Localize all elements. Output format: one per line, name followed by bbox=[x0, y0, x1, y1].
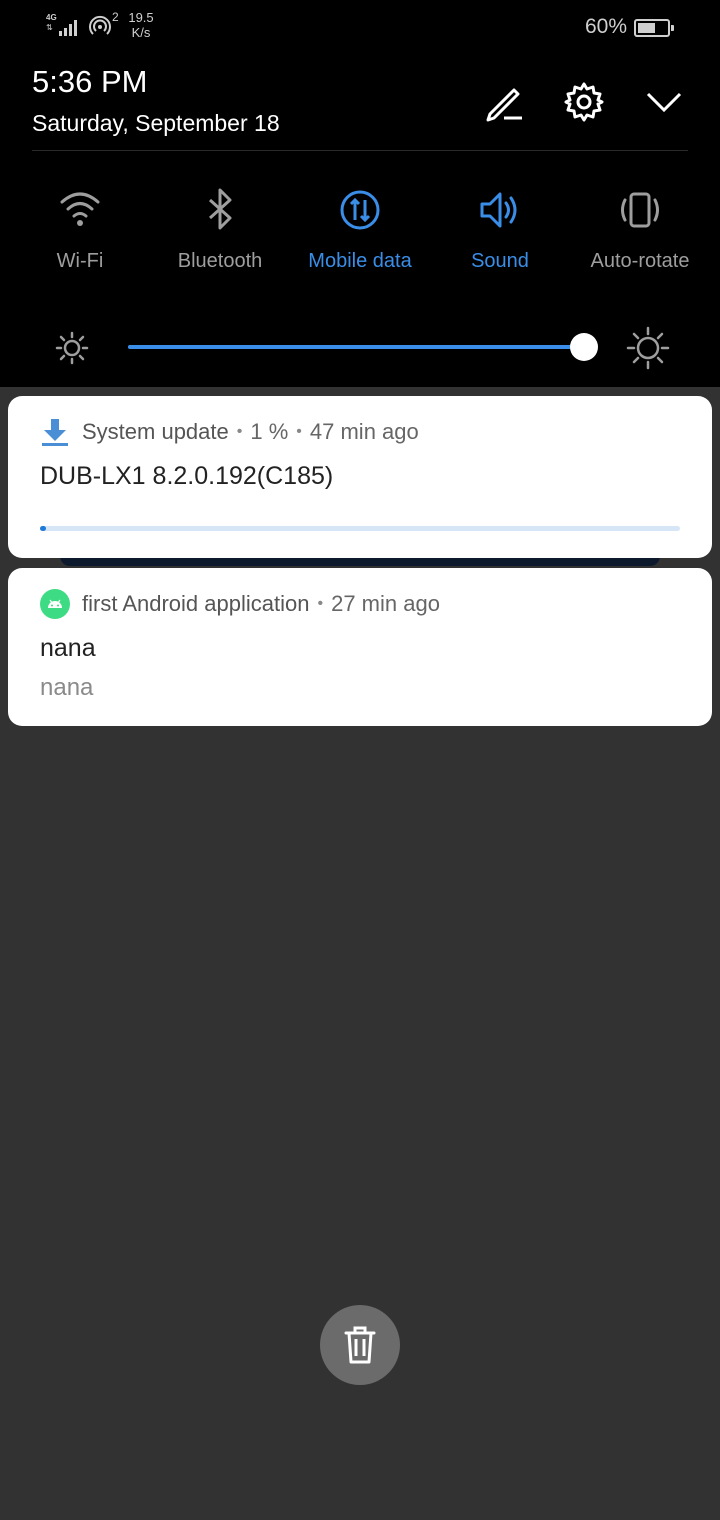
mobile-data-icon bbox=[340, 190, 380, 230]
separator-dot: • bbox=[317, 595, 324, 612]
tile-mobile-data-label: Mobile data bbox=[308, 250, 412, 272]
brightness-slider-fill bbox=[128, 345, 584, 349]
separator-dot: • bbox=[296, 423, 302, 440]
brightness-low-icon bbox=[55, 331, 89, 365]
tile-sound-label: Sound bbox=[471, 250, 529, 272]
speed-unit: K/s bbox=[131, 25, 151, 40]
brightness-slider-handle[interactable] bbox=[570, 333, 598, 361]
trash-icon bbox=[344, 1326, 376, 1364]
sound-icon bbox=[480, 192, 517, 228]
clock-date: Saturday, September 18 bbox=[32, 110, 280, 136]
download-progress-bar bbox=[40, 526, 680, 531]
wifi-icon bbox=[60, 192, 100, 226]
notification-header: System update • 1 % • 47 min ago bbox=[40, 416, 419, 448]
tile-auto-rotate[interactable]: Auto-rotate bbox=[570, 186, 710, 286]
notification-title: DUB-LX1 8.2.0.192(C185) bbox=[40, 462, 334, 490]
download-icon bbox=[42, 419, 68, 446]
status-bar: 4G ⇅ 2 19.5 K/s 60% bbox=[0, 0, 720, 48]
header-divider bbox=[32, 150, 688, 151]
bluetooth-icon bbox=[208, 188, 232, 230]
edit-icon[interactable] bbox=[482, 80, 526, 124]
network-speed: 19.5 K/s bbox=[124, 10, 158, 40]
notification-time: 47 min ago bbox=[309, 419, 419, 444]
battery-icon bbox=[634, 19, 674, 37]
tile-auto-rotate-label: Auto-rotate bbox=[590, 250, 690, 272]
notification-system-update[interactable]: System update • 1 % • 47 min ago DUB-LX1… bbox=[8, 396, 712, 558]
brightness-high-icon bbox=[626, 326, 670, 370]
notification-time: 27 min ago bbox=[331, 591, 440, 616]
tile-bluetooth[interactable]: Bluetooth bbox=[150, 186, 290, 286]
cellular-signal-icon: 4G ⇅ bbox=[46, 14, 82, 38]
clock-time: 5:36 PM bbox=[32, 64, 148, 99]
notification-text: nana bbox=[40, 674, 94, 701]
hotspot-count: 2 bbox=[112, 10, 119, 24]
auto-rotate-icon bbox=[621, 192, 659, 228]
tile-sound[interactable]: Sound bbox=[430, 186, 570, 286]
android-icon bbox=[40, 589, 70, 619]
notification-first-android-app[interactable]: first Android application • 27 min ago n… bbox=[8, 568, 712, 726]
network-type-label: 4G bbox=[46, 13, 57, 22]
notification-progress-text: 1 % bbox=[250, 419, 289, 444]
brightness-slider[interactable] bbox=[128, 345, 584, 349]
battery-percent: 60% bbox=[585, 15, 628, 38]
separator-dot: • bbox=[236, 423, 243, 440]
clear-all-button[interactable] bbox=[320, 1305, 400, 1385]
notification-title: nana bbox=[40, 634, 96, 662]
collapse-icon[interactable] bbox=[642, 80, 686, 124]
speed-value: 19.5 bbox=[128, 10, 154, 25]
data-activity-icon: ⇅ bbox=[46, 23, 53, 32]
tile-mobile-data[interactable]: Mobile data bbox=[290, 186, 430, 286]
settings-icon[interactable] bbox=[562, 80, 606, 124]
notification-app-name: first Android application bbox=[82, 591, 310, 616]
tile-bluetooth-label: Bluetooth bbox=[177, 250, 263, 272]
notification-app-name: System update bbox=[82, 419, 229, 444]
download-progress-fill bbox=[40, 526, 47, 531]
tile-wifi[interactable]: Wi-Fi bbox=[10, 186, 150, 286]
tile-wifi-label: Wi-Fi bbox=[56, 250, 104, 272]
hotspot-icon bbox=[89, 15, 111, 35]
notification-header: first Android application • 27 min ago bbox=[40, 588, 440, 620]
